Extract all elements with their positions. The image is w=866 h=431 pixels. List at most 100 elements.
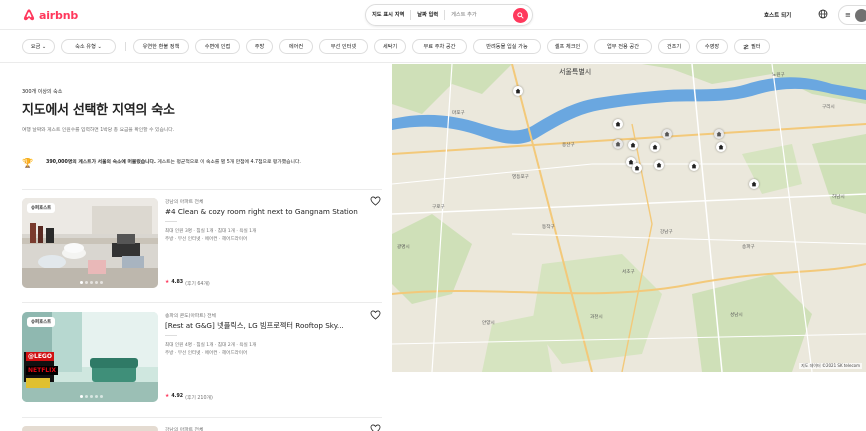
map-pin[interactable] [654,160,664,170]
filter-flexible-cancel[interactable]: 유연한 환불 정책 [133,39,189,54]
airbnb-logo-icon [23,9,35,21]
map-pin-visited[interactable] [714,129,724,139]
heart-icon[interactable] [370,196,381,206]
filter-workspace[interactable]: 업무 전용 공간 [594,39,652,54]
map-pin[interactable] [749,179,759,189]
filter-self-checkin[interactable]: 셀프 체크인 [547,39,588,54]
map-pin[interactable] [689,161,699,171]
map-pin[interactable] [628,140,638,150]
home-icon [691,163,697,169]
globe-icon[interactable] [818,9,828,19]
map-place-label: 서초구 [622,270,635,275]
divider [22,189,382,190]
filter-kitchen[interactable]: 주방 [246,39,273,54]
map-place-label: 구로구 [432,205,445,210]
map-place-label: 동작구 [542,225,555,230]
filter-label: 필터 [751,44,761,50]
listing-type: 강남의 아파트 전체 [165,200,204,205]
home-icon [634,165,640,171]
filter-label: 수변에 인접 [204,44,231,50]
filter-divider [125,42,126,51]
guest-stats-bold: 390,000명의 게스트가 서울의 숙소에 머물렀습니다. [46,160,156,165]
guest-stats-banner: 🏆 390,000명의 게스트가 서울의 숙소에 머물렀습니다. 게스트는 평균… [22,157,382,181]
filter-aircon[interactable]: 에어컨 [279,39,313,54]
profile-menu-button[interactable]: ≡ [838,5,866,25]
listing-card[interactable]: 강남의 아파트 전체 [22,424,382,431]
superhost-badge: 슈퍼호스트 [27,317,56,327]
filter-bar: 요금 ⌄ 숙소 유형 ⌄ 유연한 환불 정책 수변에 인접 주방 에어컨 무선 … [0,30,866,63]
search-bar[interactable]: 지도 표시 지역 날짜 입력 게스트 추가 [365,4,533,26]
search-location[interactable]: 지도 표시 지역 [366,10,412,20]
map-place-label: 송파구 [742,245,755,250]
filter-waterfront[interactable]: 수변에 인접 [195,39,240,54]
rating-score: 4.83 [171,280,184,285]
listing-type: 강남의 아파트 전체 [165,428,204,431]
map-place-label: 하남시 [832,195,845,200]
lego-sticker: @LEGO [26,352,54,361]
map-pin[interactable] [650,142,660,152]
search-dates[interactable]: 날짜 입력 [411,10,446,20]
map-pin[interactable] [613,119,623,129]
filter-room-type[interactable]: 숙소 유형 ⌄ [61,39,116,54]
listing-title[interactable]: [Rest at G&G] 넷플릭스, LG 빔프로젝터 Rooftop Sky… [165,321,370,331]
filter-wifi[interactable]: 무선 인터넷 [319,39,368,54]
home-icon [630,142,636,148]
avatar [854,8,866,22]
map-pin[interactable] [513,86,523,96]
filter-all-button[interactable]: 필터 [734,39,770,54]
map-place-label: 구리시 [822,105,835,110]
filter-label: 에어컨 [288,44,304,50]
map-pin[interactable] [716,142,726,152]
home-icon [716,131,722,137]
map-place-label: 과천시 [590,315,603,320]
map-panel[interactable]: 서울특별시 광명시 안양시 과천시 성남시 하남시 구리시 구로구 영등포구 동… [392,64,866,372]
map-pin[interactable] [632,163,642,173]
superhost-badge: 슈퍼호스트 [27,203,56,213]
rating-score: 4.92 [171,394,184,399]
divider [165,221,177,222]
listing-type: 송파의 콘도(아파트) 전체 [165,314,216,319]
filter-free-parking[interactable]: 무료 주차 공간 [412,39,467,54]
top-header: airbnb 지도 표시 지역 날짜 입력 게스트 추가 호스트 되기 ≡ [0,0,866,30]
home-icon [656,162,662,168]
search-button[interactable] [513,8,528,23]
listing-photo[interactable] [22,426,158,431]
filter-label: 무료 주차 공간 [423,44,456,50]
filter-pool[interactable]: 수영장 [696,39,728,54]
filter-dryer[interactable]: 건조기 [658,39,690,54]
results-panel: 300개 이상의 숙소 지도에서 선택한 지역의 숙소 여행 날짜와 게스트 인… [0,64,392,431]
map-place-label: 성남시 [730,313,743,318]
filter-pets-allowed[interactable]: 반려동물 입실 가능 [473,39,541,54]
menu-icon: ≡ [845,11,851,19]
search-guests[interactable]: 게스트 추가 [445,10,483,20]
filter-washer[interactable]: 세탁기 [374,39,406,54]
photo-carousel-dots [80,281,103,284]
listing-amenities: 주방 · 무선 인터넷 · 에어컨 · 헤어드라이어 [165,237,248,242]
listing-card[interactable]: 슈퍼호스트 강남의 아파트 전체 #4 Clean & cozy room ri… [22,196,382,300]
chevron-down-icon: ⌄ [97,43,102,50]
filter-price[interactable]: 요금 ⌄ [22,39,55,54]
divider [22,302,382,303]
guest-stats-text: 390,000명의 게스트가 서울의 숙소에 머물렀습니다. 게스트는 평균적으… [46,159,376,166]
filter-label: 주방 [254,44,265,50]
listing-title[interactable]: #4 Clean & cozy room right next to Gangn… [165,207,370,216]
become-host-link[interactable]: 호스트 되기 [764,11,791,19]
heart-icon[interactable] [370,424,381,431]
map-place-label: 노원구 [772,73,785,78]
chevron-down-icon: ⌄ [41,43,47,50]
heart-icon[interactable] [370,310,381,320]
listing-details: 최대 인원 4명 · 침실 1개 · 침대 2개 · 욕실 1개 [165,343,257,348]
filter-label: 수영장 [704,44,720,50]
star-icon: ★ [165,394,170,399]
home-icon [664,131,670,137]
map-pin-visited[interactable] [662,129,672,139]
listing-photo[interactable]: 슈퍼호스트 [22,198,158,288]
filter-label: 숙소 유형 [75,44,96,50]
divider [165,335,177,336]
listing-photo[interactable]: 슈퍼호스트 @LEGO NETFLIX [22,312,158,402]
map-place-label: 광명시 [397,245,410,250]
map-pin-visited[interactable] [613,139,623,149]
listing-card[interactable]: 슈퍼호스트 @LEGO NETFLIX 송파의 콘도(아파트) 전체 [Rest… [22,310,382,414]
airbnb-logo[interactable]: airbnb [22,8,78,22]
photo-carousel-dots [80,395,103,398]
